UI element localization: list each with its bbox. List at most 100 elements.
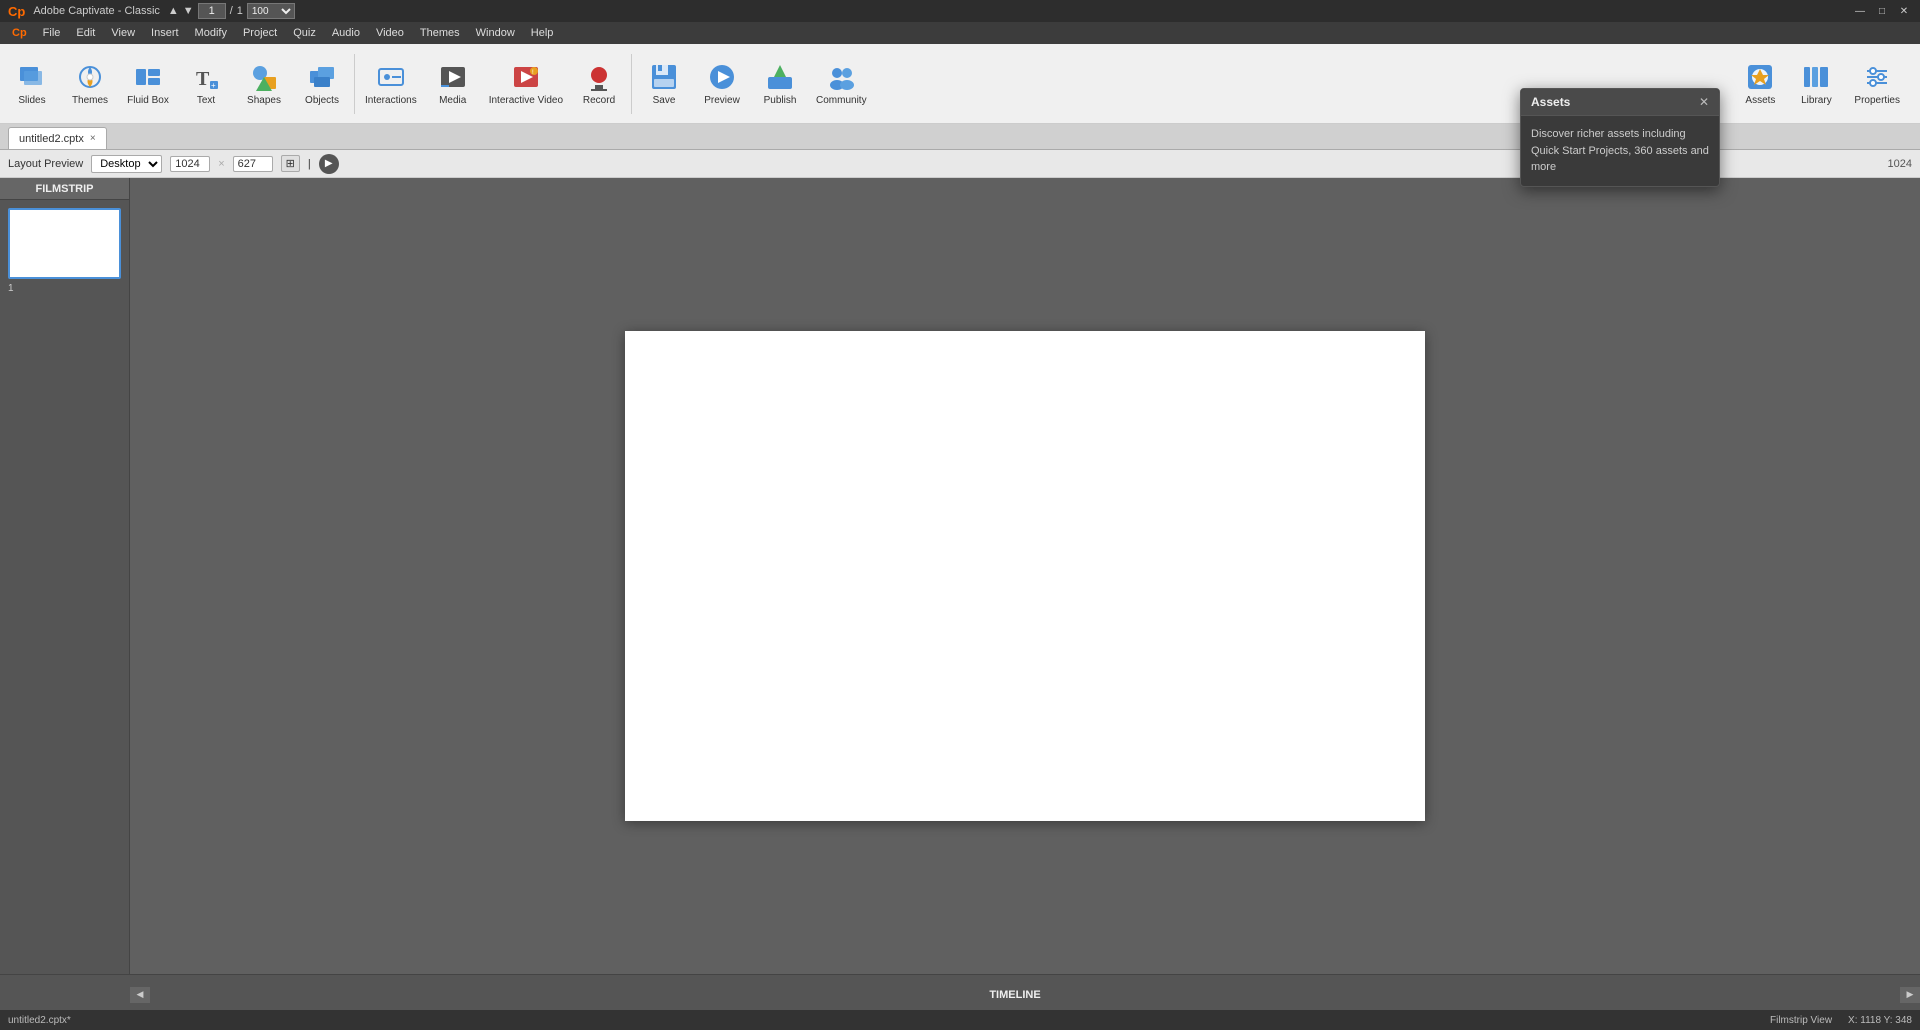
- menu-edit[interactable]: Edit: [68, 22, 103, 44]
- preview-tool[interactable]: Preview: [694, 47, 750, 121]
- menu-insert[interactable]: Insert: [143, 22, 187, 44]
- interactive-video-label: Interactive Video: [489, 95, 563, 107]
- tab-close-button[interactable]: ×: [90, 133, 96, 144]
- library-tool[interactable]: Library: [1790, 47, 1842, 121]
- assets-popup-header: Assets ✕: [1521, 89, 1719, 116]
- assets-popup: Assets ✕ Discover richer assets includin…: [1520, 88, 1720, 187]
- layout-preview-label: Layout Preview: [8, 158, 83, 170]
- assets-popup-title: Assets: [1531, 95, 1570, 109]
- slide-thumbnail-1[interactable]: [8, 208, 121, 279]
- community-label: Community: [816, 95, 867, 107]
- library-icon: [1800, 61, 1832, 93]
- page-sep: /: [230, 5, 233, 17]
- record-icon: [583, 61, 615, 93]
- slide-canvas[interactable]: [625, 331, 1425, 821]
- minimize-button[interactable]: —: [1852, 3, 1868, 19]
- menu-cp[interactable]: Cp: [4, 22, 35, 44]
- layout-select[interactable]: Desktop Tablet Mobile: [91, 155, 162, 173]
- canvas-area[interactable]: [130, 178, 1920, 974]
- shapes-tool[interactable]: Shapes: [236, 47, 292, 121]
- media-icon: [437, 61, 469, 93]
- properties-tool[interactable]: Properties: [1846, 47, 1908, 121]
- tab-title: untitled2.cptx: [19, 133, 84, 145]
- assets-popup-close[interactable]: ✕: [1699, 95, 1709, 109]
- shapes-icon: [248, 61, 280, 93]
- right-toolbar: Assets Library: [1734, 47, 1916, 121]
- text-tool[interactable]: T + Text: [178, 47, 234, 121]
- slides-icon: [16, 61, 48, 93]
- publish-icon: [764, 61, 796, 93]
- page-input[interactable]: [198, 3, 226, 19]
- interactive-video-tool[interactable]: ! Interactive Video: [483, 47, 569, 121]
- slides-tool[interactable]: Slides: [4, 47, 60, 121]
- menu-themes[interactable]: Themes: [412, 22, 468, 44]
- page-total: 1: [237, 5, 243, 17]
- zoom-select[interactable]: 100 75 50 150: [247, 3, 295, 19]
- record-tool[interactable]: Record: [571, 47, 627, 121]
- statusbar: untitled2.cptx* Filmstrip View X: 1118 Y…: [0, 1010, 1920, 1030]
- nav-down-icon[interactable]: ▼: [183, 5, 194, 17]
- menu-video[interactable]: Video: [368, 22, 412, 44]
- menu-project[interactable]: Project: [235, 22, 285, 44]
- shapes-label: Shapes: [247, 95, 281, 107]
- filmstrip-content: 1: [0, 200, 129, 974]
- media-label: Media: [439, 95, 466, 107]
- record-label: Record: [583, 95, 615, 107]
- scroll-left-button[interactable]: ◀: [130, 987, 150, 1003]
- page-controls: ▲ ▼ / 1 100 75 50 150: [168, 3, 295, 19]
- objects-label: Objects: [305, 95, 339, 107]
- nav-up-icon[interactable]: ▲: [168, 5, 179, 17]
- menu-audio[interactable]: Audio: [324, 22, 368, 44]
- interactions-icon: [375, 61, 407, 93]
- menu-window[interactable]: Window: [468, 22, 523, 44]
- themes-label: Themes: [72, 95, 108, 107]
- save-icon: [648, 61, 680, 93]
- close-button[interactable]: ✕: [1896, 3, 1912, 19]
- play-button[interactable]: ▶: [319, 154, 339, 174]
- toolbar-separator-2: [631, 54, 632, 114]
- coordinates: X: 1118 Y: 348: [1848, 1015, 1912, 1026]
- menu-file[interactable]: File: [35, 22, 69, 44]
- titlebar-controls: — □ ✕: [1852, 3, 1912, 19]
- preview-label: Preview: [704, 95, 740, 107]
- app-title: Adobe Captivate - Classic: [33, 5, 160, 17]
- maximize-button[interactable]: □: [1874, 3, 1890, 19]
- toolbar-separator-1: [354, 54, 355, 114]
- app-logo: Cp: [8, 4, 25, 19]
- fit-button[interactable]: ⊞: [281, 155, 300, 172]
- svg-text:T: T: [196, 68, 210, 90]
- assets-popup-body: Discover richer assets including Quick S…: [1521, 116, 1719, 186]
- assets-label: Assets: [1745, 95, 1775, 107]
- filmstrip-header: FILMSTRIP: [0, 178, 129, 200]
- menu-view[interactable]: View: [103, 22, 143, 44]
- assets-tool[interactable]: Assets: [1734, 47, 1786, 121]
- canvas-width: 1024: [170, 156, 210, 172]
- media-tool[interactable]: Media: [425, 47, 481, 121]
- timeline-panel: ◀ TIMELINE ▶: [0, 974, 1920, 1014]
- slides-label: Slides: [18, 95, 45, 107]
- menu-help[interactable]: Help: [523, 22, 562, 44]
- menu-modify[interactable]: Modify: [187, 22, 235, 44]
- themes-tool[interactable]: Themes: [62, 47, 118, 121]
- publish-tool[interactable]: Publish: [752, 47, 808, 121]
- timeline-label: TIMELINE: [130, 989, 1900, 1001]
- scroll-right-button[interactable]: ▶: [1900, 987, 1920, 1003]
- save-label: Save: [653, 95, 676, 107]
- interactions-tool[interactable]: Interactions: [359, 47, 423, 121]
- fluid-box-tool[interactable]: Fluid Box: [120, 47, 176, 121]
- menu-quiz[interactable]: Quiz: [285, 22, 324, 44]
- fluid-box-label: Fluid Box: [127, 95, 169, 107]
- fluid-box-icon: [132, 61, 164, 93]
- themes-icon: [74, 61, 106, 93]
- objects-tool[interactable]: Objects: [294, 47, 350, 121]
- ruler-value: 1024: [1888, 158, 1912, 170]
- text-label: Text: [197, 95, 215, 107]
- community-tool[interactable]: Community: [810, 47, 873, 121]
- save-tool[interactable]: Save: [636, 47, 692, 121]
- properties-icon: [1861, 61, 1893, 93]
- interactive-video-icon: !: [510, 61, 542, 93]
- interactions-label: Interactions: [365, 95, 417, 107]
- titlebar: Cp Adobe Captivate - Classic ▲ ▼ / 1 100…: [0, 0, 1920, 22]
- filmstrip-panel: FILMSTRIP 1: [0, 178, 130, 974]
- file-tab[interactable]: untitled2.cptx ×: [8, 127, 107, 149]
